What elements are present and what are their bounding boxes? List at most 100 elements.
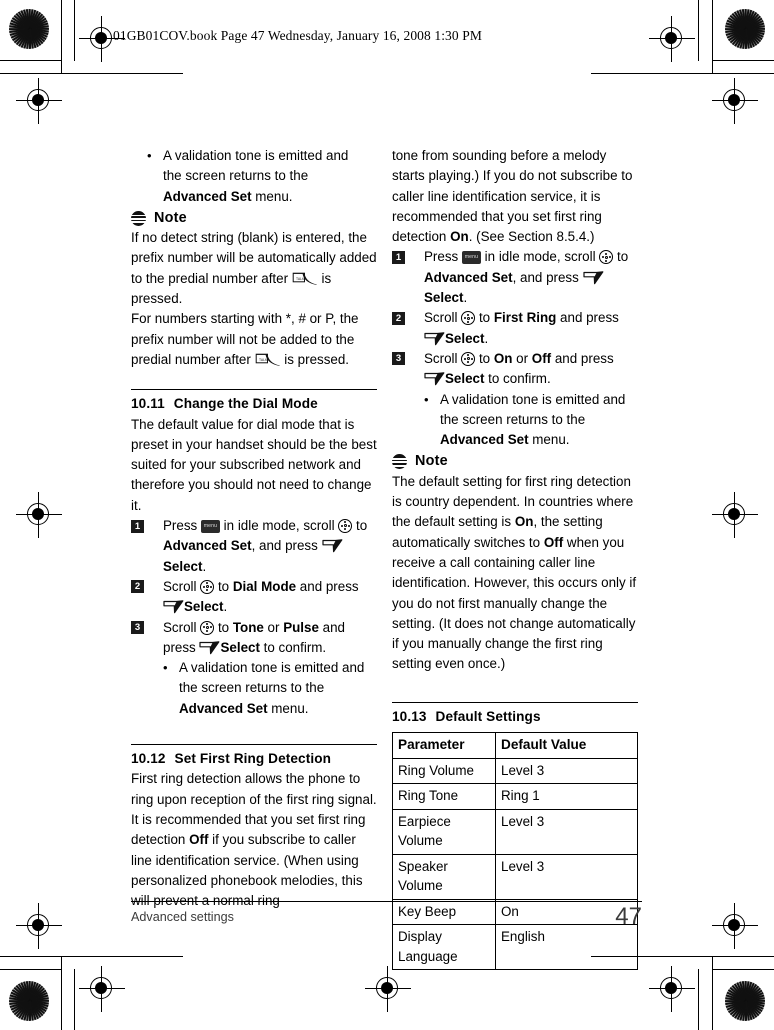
trim-line-top-right-v: [698, 0, 700, 61]
note-icon: [392, 454, 407, 470]
step-text-e: .: [463, 290, 468, 306]
section-title-10-13: Default Settings: [435, 708, 541, 724]
navigation-key-icon: [461, 311, 476, 326]
step-text-a: Scroll: [163, 578, 201, 594]
registration-mark-right-upper: [712, 78, 758, 124]
density-starburst-top-right: [725, 9, 765, 49]
step-text-a: Press: [163, 518, 201, 534]
bullet-line2: the screen returns to the: [440, 411, 586, 427]
rnote-bold-1: On: [514, 514, 534, 530]
bullet-bold-menu-name: Advanced Set: [440, 432, 529, 448]
svg-text:TALK: TALK: [259, 358, 268, 362]
menu-key-icon: menu: [461, 251, 481, 265]
step-text-e: .: [484, 330, 489, 346]
step-bold-1: Dial Mode: [232, 578, 297, 594]
step-2-dial-mode: 2 Scroll to Dial Mode and press Select.: [131, 577, 377, 618]
step-bold-1: First Ring: [493, 310, 557, 326]
trim-line-bottom-left-v: [74, 969, 76, 1030]
trim-line-top-right-h: [591, 73, 774, 75]
step-text-mid: or: [263, 619, 284, 635]
table-row: Earpiece Volume Level 3: [392, 808, 638, 855]
trim-line-top-left-h2: [0, 60, 61, 62]
step-3-dial-mode: 3 Scroll to Tone or Pulse and press Selec…: [131, 618, 377, 659]
table-cell-value: English: [495, 924, 638, 971]
cont-bold: On: [450, 229, 469, 245]
svg-text:TALK: TALK: [296, 277, 305, 281]
bullet-line2: the screen returns to the: [163, 168, 309, 184]
step-text-a: Scroll: [163, 619, 201, 635]
table-header-parameter: Parameter: [392, 732, 496, 759]
section-title-10-12: Set First Ring Detection: [174, 751, 332, 767]
trim-line-bottom-left-h: [0, 956, 183, 958]
left-soft-key-icon: [424, 372, 445, 386]
step-bold-1: Tone: [232, 619, 264, 635]
navigation-key-icon: [338, 519, 353, 534]
bullet-validation-tone-right: A validation tone is emitted and the scr…: [408, 390, 638, 451]
registration-mark-left-middle: [16, 492, 62, 538]
note-icon: [131, 210, 146, 226]
step-text-mid: or: [512, 350, 532, 366]
step-text-d: and press: [296, 578, 359, 594]
section-heading-10-12: 10.12 Set First Ring Detection: [131, 749, 377, 769]
step-bold-2: Off: [531, 350, 552, 366]
step-text-d: and press: [551, 350, 614, 366]
table-cell-value: Level 3: [495, 757, 638, 785]
step-number: 2: [392, 311, 405, 325]
step-text-e: to confirm.: [484, 371, 551, 387]
bullet-line1: A validation tone is emitted and: [163, 148, 349, 163]
table-row: Ring Tone Ring 1: [392, 783, 638, 810]
registration-mark-bottom-left: [79, 966, 125, 1012]
bullet-tail: menu.: [267, 700, 309, 716]
section-number-10-11: 10.11: [131, 396, 165, 412]
bullet-validation-tone-top: A validation tone is emitted and the scr…: [131, 146, 377, 207]
default-settings-table: Parameter Default Value Ring Volume Level…: [392, 732, 638, 971]
trim-line-top-left-v2: [61, 0, 63, 74]
step-bold-2: Select: [184, 599, 224, 615]
trim-line-top-left-h: [0, 73, 183, 75]
table-cell-parameter: Display Language: [392, 924, 496, 971]
left-soft-key-icon: [163, 600, 184, 614]
bullet-line1: A validation tone is emitted and: [179, 660, 365, 676]
section-rule-10-13: [392, 701, 638, 703]
registration-mark-right-lower: [712, 903, 758, 949]
rnote-c: when you receive a call containing calle…: [392, 534, 637, 672]
step-1-dial-mode: 1 Press menu in idle mode, scroll to Adva…: [131, 516, 377, 577]
table-cell-value: Level 3: [495, 808, 638, 855]
talk-key-icon: TALK: [255, 353, 281, 367]
cont-b: . (See Section 8.5.4.): [468, 229, 595, 245]
bullet-tail: menu.: [528, 432, 570, 448]
navigation-key-icon: [200, 620, 215, 635]
step-text-d: , and press: [512, 269, 583, 285]
table-header-default-value: Default Value: [495, 732, 638, 759]
step-bold-1: Advanced Set: [163, 538, 252, 554]
rnote-bold-2: Off: [543, 534, 564, 550]
step-number: 2: [131, 580, 144, 594]
navigation-key-icon: [200, 579, 215, 594]
step-number: 3: [131, 621, 144, 635]
step-text-e: .: [223, 599, 228, 615]
section-heading-10-11: 10.11 Change the Dial Mode: [131, 394, 377, 414]
step-text-b: in idle mode, scroll: [219, 518, 339, 534]
section-heading-10-13: 10.13 Default Settings: [392, 707, 638, 727]
section-rule-10-11: [131, 389, 377, 391]
bullet-line1: A validation tone is emitted and: [440, 391, 626, 407]
footer-rule: [131, 901, 642, 903]
step-bold-2: Select: [424, 290, 464, 306]
step-text-c: to: [613, 249, 629, 265]
step-bold-2: Select: [163, 558, 203, 574]
page-header-text: 01GB01COV.book Page 47 Wednesday, Januar…: [113, 28, 482, 43]
note-heading-right: Note: [392, 451, 638, 471]
step-number: 1: [131, 519, 144, 533]
note-paragraph-1: If no detect string (blank) is entered, …: [131, 228, 377, 309]
trim-line-bottom-right-v2: [712, 956, 714, 1030]
trim-line-bottom-left-v2: [61, 956, 63, 1030]
section-rule-10-12: [131, 744, 377, 746]
step-2-first-ring: 2 Scroll to First Ring and press Select.: [392, 308, 638, 349]
step-bold-1: Advanced Set: [424, 269, 513, 285]
registration-mark-right-middle: [712, 492, 758, 538]
trim-line-top-right-h2: [713, 60, 774, 62]
trim-line-top-right-v2: [712, 0, 714, 74]
step-text-a: Press: [424, 249, 462, 265]
table-cell-parameter: Key Beep: [392, 898, 496, 926]
step-3-first-ring: 3 Scroll to On or Off and press Select to…: [392, 349, 638, 390]
